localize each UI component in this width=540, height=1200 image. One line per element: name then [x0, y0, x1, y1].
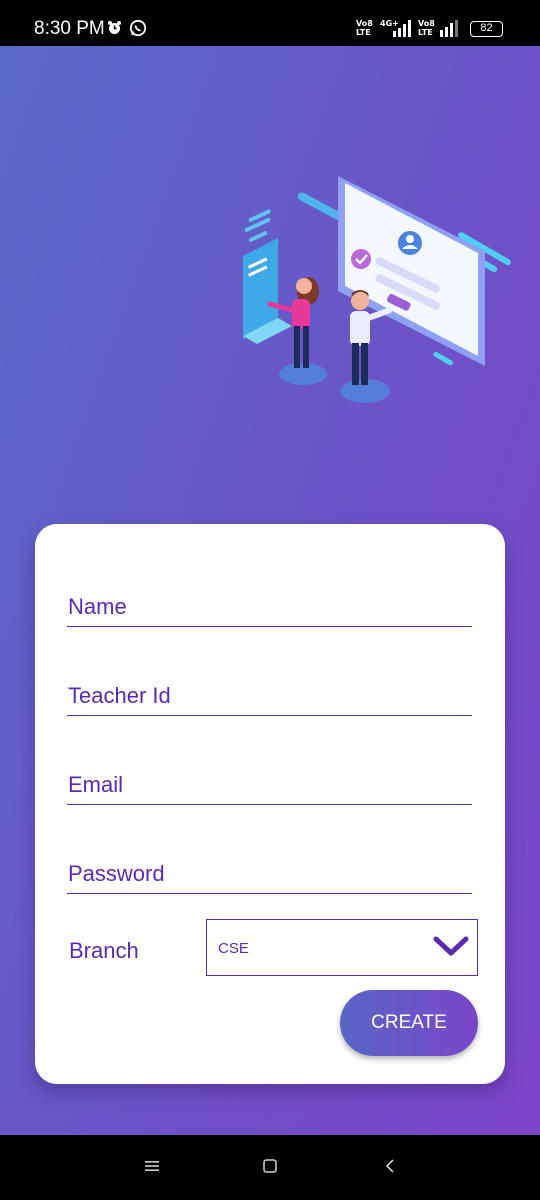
name-field[interactable]: Name [67, 587, 472, 627]
home-icon[interactable] [263, 1159, 277, 1173]
network-3-type: LTE [418, 28, 433, 37]
network-1-type: LTE [356, 28, 371, 37]
name-field-label: Name [68, 594, 127, 619]
signal-strength-1-icon [393, 20, 411, 37]
menu-icon[interactable] [145, 1159, 159, 1173]
whatsapp-icon [129, 19, 147, 37]
network-3-label: Vo8 [418, 19, 435, 28]
branch-label: Branch [69, 938, 139, 963]
email-field[interactable]: Email [67, 765, 472, 805]
signal-strength-2-icon [440, 20, 458, 37]
alarm-icon [108, 21, 121, 34]
teacher-id-field[interactable]: Teacher Id [67, 676, 472, 716]
battery-indicator: 82 [470, 21, 503, 37]
registration-illustration [243, 176, 511, 403]
back-icon[interactable] [384, 1159, 396, 1173]
branch-dropdown[interactable]: CSE [206, 919, 478, 976]
registration-form-card: Name Teacher Id Email Password Branch CS… [35, 524, 505, 1084]
branch-selected-value: CSE [218, 940, 249, 957]
password-field-label: Password [68, 861, 165, 886]
network-1-label: Vo8 [356, 19, 373, 28]
status-time: 8:30 PM [34, 18, 105, 39]
create-button[interactable]: CREATE [340, 990, 478, 1056]
password-field[interactable]: Password [67, 854, 472, 894]
chevron-down-icon [433, 936, 469, 956]
system-navigation-bar [0, 1135, 540, 1200]
status-bar: 8:30 PM Vo8 LTE 4G+ Vo8 LTE 82 [0, 0, 540, 46]
email-field-label: Email [68, 772, 124, 797]
teacher-id-field-label: Teacher Id [68, 683, 171, 708]
create-teacher-screen: Name Teacher Id Email Password Branch CS… [0, 46, 540, 1135]
